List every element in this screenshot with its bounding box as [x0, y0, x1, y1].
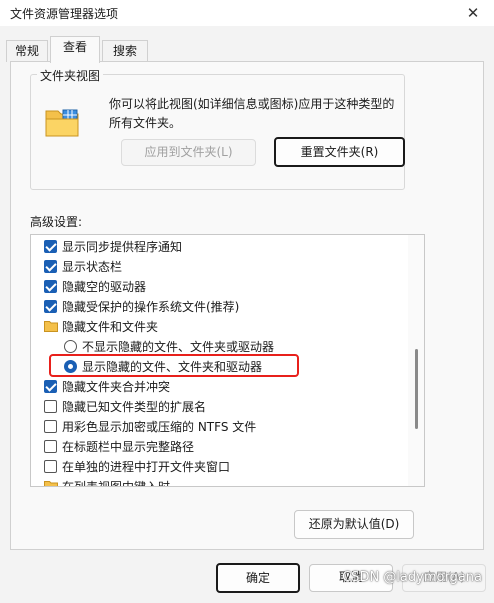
- setting-label: 用彩色显示加密或压缩的 NTFS 文件: [62, 420, 257, 434]
- tab-general[interactable]: 常规: [6, 40, 48, 62]
- folder-view-icon: [45, 109, 79, 137]
- apply-to-folders-button[interactable]: 应用到文件夹(L): [121, 139, 256, 166]
- tree-scrollbar[interactable]: [408, 235, 424, 486]
- folder-views-legend: 文件夹视图: [37, 67, 104, 84]
- tab-strip: 常规 查看 搜索: [0, 36, 494, 63]
- radio-button[interactable]: [64, 340, 77, 353]
- checkbox[interactable]: [44, 440, 57, 453]
- setting-label: 显示状态栏: [62, 260, 123, 274]
- checkbox[interactable]: [44, 400, 57, 413]
- setting-label: 隐藏受保护的操作系统文件(推荐): [62, 300, 240, 314]
- close-icon[interactable]: ✕: [462, 2, 484, 24]
- setting-label: 在单独的进程中打开文件夹窗口: [62, 460, 231, 474]
- view-panel: 文件夹视图 你可以将此视图(如详细信息或图标)应用于这种类型的所有文件夹。 应用…: [10, 61, 484, 550]
- checkbox[interactable]: [44, 260, 57, 273]
- advanced-settings-tree: 显示同步提供程序通知 显示状态栏 隐藏空的驱动器 隐藏受保护的操作系统文件(推荐…: [30, 234, 425, 487]
- restore-defaults-button[interactable]: 还原为默认值(D): [294, 510, 414, 539]
- setting-hide-folder-merge-conflicts[interactable]: 隐藏文件夹合并冲突: [31, 377, 401, 397]
- folder-views-description: 你可以将此视图(如详细信息或图标)应用于这种类型的所有文件夹。: [109, 97, 395, 130]
- checkbox[interactable]: [44, 240, 57, 253]
- folder-views-group: 文件夹视图 你可以将此视图(如详细信息或图标)应用于这种类型的所有文件夹。 应用…: [30, 67, 405, 190]
- checkbox[interactable]: [44, 420, 57, 433]
- window-title: 文件资源管理器选项: [10, 7, 119, 21]
- setting-label: 隐藏空的驱动器: [62, 280, 147, 294]
- checkbox[interactable]: [44, 280, 57, 293]
- scrollbar-thumb[interactable]: [415, 349, 418, 429]
- folder-icon: [44, 321, 58, 332]
- setting-color-ntfs[interactable]: 用彩色显示加密或压缩的 NTFS 文件: [31, 417, 401, 437]
- setting-label: 隐藏已知文件类型的扩展名: [62, 400, 207, 414]
- setting-hide-protected-os-files[interactable]: 隐藏受保护的操作系统文件(推荐): [31, 297, 401, 317]
- setting-hide-empty-drives[interactable]: 隐藏空的驱动器: [31, 277, 401, 297]
- folder-icon: [44, 481, 58, 486]
- watermark: CSDN @ladymorgana: [342, 570, 482, 585]
- setting-label: 在列表视图中键入时: [62, 480, 171, 487]
- checkbox[interactable]: [44, 380, 57, 393]
- ok-button[interactable]: 确定: [216, 563, 300, 593]
- tab-search[interactable]: 搜索: [102, 40, 148, 62]
- title-bar: 文件资源管理器选项 ✕: [0, 0, 494, 26]
- advanced-settings-label: 高级设置:: [30, 215, 83, 229]
- setting-label: 在标题栏中显示完整路径: [62, 440, 195, 454]
- reset-folders-button[interactable]: 重置文件夹(R): [274, 137, 405, 167]
- setting-label: 隐藏文件夹合并冲突: [62, 380, 171, 394]
- red-highlight-annotation: [49, 354, 299, 377]
- setting-label: 隐藏文件和文件夹: [62, 320, 159, 334]
- setting-hide-extensions[interactable]: 隐藏已知文件类型的扩展名: [31, 397, 401, 417]
- setting-label: 显示同步提供程序通知: [62, 240, 183, 254]
- checkbox[interactable]: [44, 460, 57, 473]
- setting-show-sync-notifications[interactable]: 显示同步提供程序通知: [31, 237, 401, 257]
- setting-show-status-bar[interactable]: 显示状态栏: [31, 257, 401, 277]
- setting-group-typing-list-view: 在列表视图中键入时: [31, 477, 401, 487]
- setting-separate-process[interactable]: 在单独的进程中打开文件夹窗口: [31, 457, 401, 477]
- setting-full-path-title[interactable]: 在标题栏中显示完整路径: [31, 437, 401, 457]
- setting-group-hidden-files: 隐藏文件和文件夹: [31, 317, 401, 337]
- tab-view[interactable]: 查看: [50, 36, 100, 63]
- checkbox[interactable]: [44, 300, 57, 313]
